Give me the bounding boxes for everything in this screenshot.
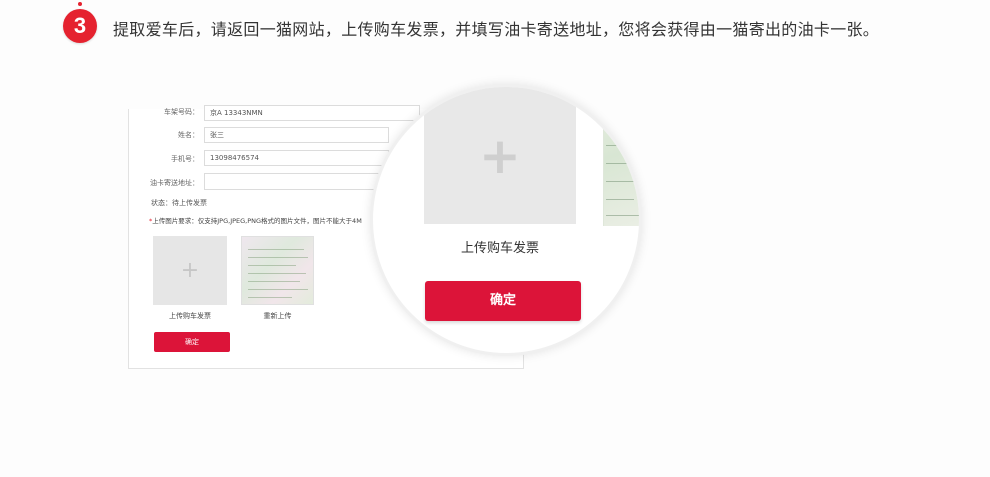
step-number-badge: 3 [63,9,97,43]
address-field[interactable] [204,173,379,190]
upload-invoice-caption: 上传购车发票 [169,312,211,320]
name-field[interactable]: 张三 [204,127,389,143]
confirm-button[interactable]: 确定 [154,332,230,352]
name-label: 姓名： [178,131,199,139]
invoice-thumbnail[interactable] [241,236,314,305]
phone-label: 手机号： [171,155,199,163]
phone-field[interactable]: 13098476574 [204,150,389,166]
step-dot [78,2,82,6]
vin-label: 车架号码： [164,108,199,116]
confirm-button-zoomed[interactable]: 确定 [425,281,581,321]
vin-field[interactable]: 京A 13343NMN [204,105,420,121]
zoom-magnifier: + 上传购车发票 确定 [370,84,642,356]
status-text: 状态：待上传发票 [151,199,207,207]
plus-icon: + [479,126,521,185]
upload-invoice-caption-zoomed: 上传购车发票 [460,241,539,256]
requirement-text: 上传图片要求：仅支持JPG,JPEG,PNG格式的图片文件，图片不能大于4M [152,217,362,225]
reupload-link[interactable]: 重新上传 [241,311,314,321]
upload-invoice-slot[interactable]: + [153,236,227,305]
invoice-thumbnail-zoomed [603,87,639,226]
plus-icon: + [180,257,200,283]
address-label: 油卡寄送地址： [150,179,199,187]
upload-requirement: *上传图片要求：仅支持JPG,JPEG,PNG格式的图片文件，图片不能大于4M [149,215,362,225]
step-instruction: 提取爱车后，请返回一猫网站，上传购车发票，并填写油卡寄送地址，您将会获得由一猫寄… [113,20,880,39]
upload-invoice-slot-zoomed[interactable]: + [424,87,576,224]
